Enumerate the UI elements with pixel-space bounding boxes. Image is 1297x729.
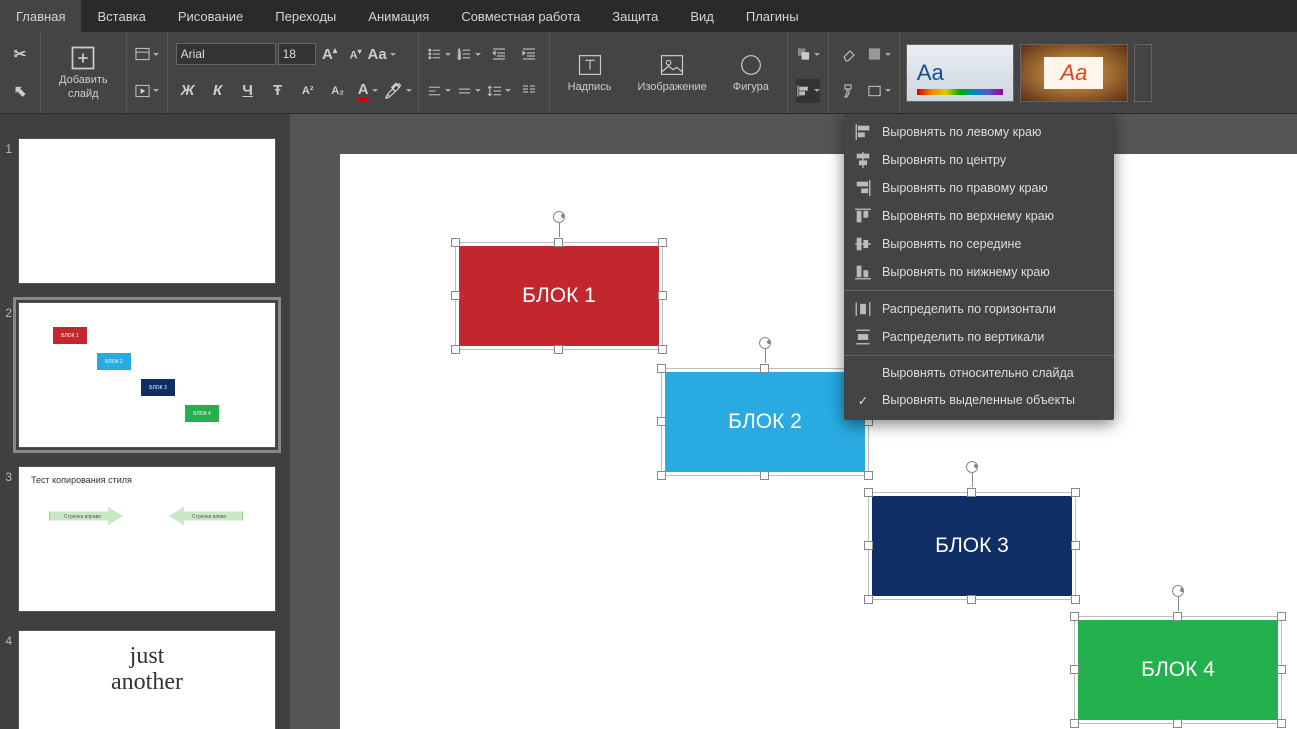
shape-b1[interactable]: БЛОК 1: [459, 246, 659, 346]
theme-gallery: Aa Aa: [900, 32, 1158, 113]
font-size-inc-button[interactable]: A▴: [318, 42, 342, 66]
numbering-button[interactable]: 123: [457, 42, 481, 66]
toolbar: ✂ ⬉ Добавить слайд A▴ A▾ Aa Ж К Ч Ŧ A² A…: [0, 32, 1297, 114]
editor-canvas-wrap: БЛОК 1БЛОК 2БЛОК 3БЛОК 4 Выровнять по ле…: [290, 114, 1297, 729]
underline-button[interactable]: Ч: [236, 79, 260, 103]
tab-collab[interactable]: Совместная работа: [445, 0, 596, 32]
theme-thumb-2[interactable]: Aa: [1020, 44, 1128, 102]
align-bottom-item[interactable]: Выровнять по нижнему краю: [844, 258, 1114, 286]
toolbar-group-arrange: [788, 32, 829, 113]
slide-playback-button[interactable]: [135, 79, 159, 103]
toolbar-group-font: A▴ A▾ Aa Ж К Ч Ŧ A² A₂ А 🖊: [168, 32, 419, 113]
svg-text:3: 3: [458, 56, 461, 61]
insert-textbox-button[interactable]: Надпись: [558, 47, 622, 98]
tab-protect[interactable]: Защита: [596, 0, 674, 32]
tab-transitions[interactable]: Переходы: [259, 0, 352, 32]
font-color-button[interactable]: А: [356, 79, 380, 103]
format-painter-icon[interactable]: [837, 79, 861, 103]
tab-animation[interactable]: Анимация: [352, 0, 445, 32]
align-top-item[interactable]: Выровнять по верхнему краю: [844, 202, 1114, 230]
toolbar-group-layout: [127, 32, 168, 113]
theme-thumb-3[interactable]: [1134, 44, 1152, 102]
shape-fill-button[interactable]: [867, 42, 891, 66]
slide-thumb-3[interactable]: 3 Тест копирования стиля Стрелка вправо …: [0, 462, 290, 626]
toolbar-group-shape-style: [829, 32, 900, 113]
slide-layout-button[interactable]: [135, 42, 159, 66]
bullets-button[interactable]: [427, 42, 451, 66]
toolbar-group-clipboard: ✂ ⬉: [0, 32, 41, 113]
check-icon: ✓: [854, 392, 872, 408]
align-right-item[interactable]: Выровнять по правому краю: [844, 174, 1114, 202]
italic-button[interactable]: К: [206, 79, 230, 103]
superscript-button[interactable]: A²: [296, 79, 320, 103]
font-name-input[interactable]: [176, 43, 276, 65]
distribute-h-item[interactable]: Распределить по горизонтали: [844, 295, 1114, 323]
editor-canvas[interactable]: БЛОК 1БЛОК 2БЛОК 3БЛОК 4: [340, 154, 1297, 729]
pointer-icon[interactable]: ⬉: [8, 79, 32, 103]
slide-thumb-2[interactable]: 2 БЛОК 1 БЛОК 2 БЛОК 3 БЛОК 4: [0, 298, 290, 462]
columns-button[interactable]: [517, 79, 541, 103]
indent-dec-button[interactable]: [487, 42, 511, 66]
indent-inc-button[interactable]: [517, 42, 541, 66]
insert-shape-button[interactable]: Фигура: [723, 47, 779, 98]
slide-thumb-1[interactable]: 1: [0, 134, 290, 298]
tab-plugins[interactable]: Плагины: [730, 0, 815, 32]
align-to-slide-item[interactable]: Выровнять относительно слайда: [844, 360, 1114, 386]
bold-button[interactable]: Ж: [176, 79, 200, 103]
align-dropdown: Выровнять по левому краю Выровнять по це…: [844, 114, 1114, 420]
tab-home[interactable]: Главная: [0, 0, 81, 32]
shape-b2[interactable]: БЛОК 2: [665, 372, 865, 472]
add-slide-button[interactable]: Добавить слайд: [49, 40, 118, 104]
font-size-input[interactable]: [278, 43, 316, 65]
subscript-button[interactable]: A₂: [326, 79, 350, 103]
shape-style-button[interactable]: [867, 79, 891, 103]
workspace: 1 2 БЛОК 1 БЛОК 2 БЛОК 3 БЛОК 4 3 Тест к…: [0, 114, 1297, 729]
ribbon-tabs: Главная Вставка Рисование Переходы Анима…: [0, 0, 1297, 32]
shape-b4[interactable]: БЛОК 4: [1078, 620, 1278, 720]
arrange-order-button[interactable]: [796, 42, 820, 66]
toolbar-group-insert: Надпись Изображение Фигура: [550, 32, 788, 113]
align-v-button[interactable]: [457, 79, 481, 103]
theme-thumb-1[interactable]: Aa: [906, 44, 1014, 102]
shape-b3[interactable]: БЛОК 3: [872, 496, 1072, 596]
font-size-dec-button[interactable]: A▾: [344, 42, 368, 66]
tab-insert[interactable]: Вставка: [81, 0, 161, 32]
highlight-button[interactable]: 🖊: [386, 79, 410, 103]
align-center-item[interactable]: Выровнять по центру: [844, 146, 1114, 174]
eraser-icon[interactable]: [837, 42, 861, 66]
align-middle-item[interactable]: Выровнять по середине: [844, 230, 1114, 258]
strike-button[interactable]: Ŧ: [266, 79, 290, 103]
distribute-v-item[interactable]: Распределить по вертикали: [844, 323, 1114, 351]
change-case-button[interactable]: Aa: [370, 42, 394, 66]
line-spacing-button[interactable]: [487, 79, 511, 103]
align-selected-item[interactable]: ✓Выровнять выделенные объекты: [844, 386, 1114, 414]
insert-image-button[interactable]: Изображение: [627, 47, 716, 98]
toolbar-group-slide: Добавить слайд: [41, 32, 127, 113]
cut-icon[interactable]: ✂: [8, 42, 32, 66]
align-h-button[interactable]: [427, 79, 451, 103]
toolbar-group-paragraph: 123: [419, 32, 550, 113]
slide-thumb-4[interactable]: 4 just another: [0, 626, 290, 729]
tab-view[interactable]: Вид: [674, 0, 730, 32]
align-left-item[interactable]: Выровнять по левому краю: [844, 118, 1114, 146]
slides-panel: 1 2 БЛОК 1 БЛОК 2 БЛОК 3 БЛОК 4 3 Тест к…: [0, 114, 290, 729]
arrange-align-button[interactable]: [796, 79, 820, 103]
tab-draw[interactable]: Рисование: [162, 0, 259, 32]
